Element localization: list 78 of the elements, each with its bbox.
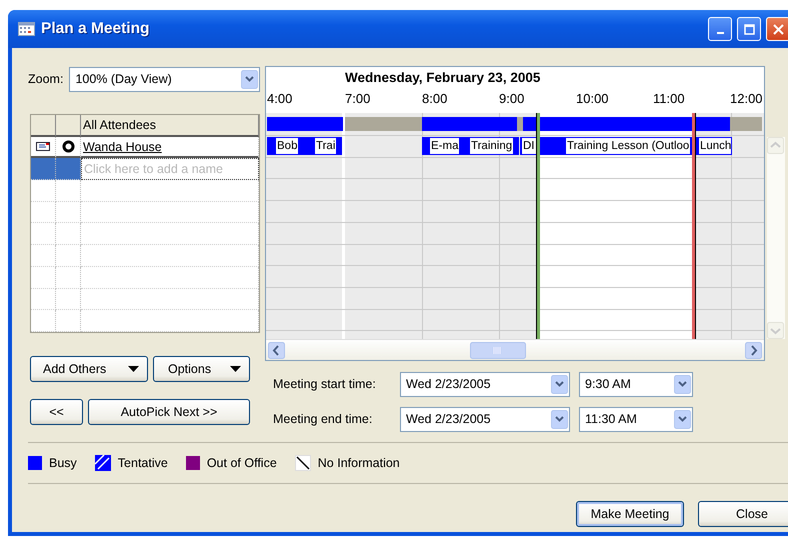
legend-label: Busy — [49, 456, 77, 470]
time-dropdown[interactable]: 9:30 AM — [579, 372, 693, 396]
appointment-label: Training Lesson (Outloo — [566, 138, 690, 154]
calendar-icon — [18, 22, 35, 36]
chevron-down-icon — [674, 410, 691, 428]
start-time-marker[interactable] — [536, 113, 540, 339]
hour-label: 8:00 — [422, 91, 448, 106]
table-cell — [56, 288, 81, 310]
table-cell — [31, 223, 56, 246]
appointment-label: Bob — [276, 138, 298, 154]
column-header: All Attendees — [81, 115, 259, 137]
button[interactable]: Close — [698, 501, 788, 527]
button[interactable]: Make Meeting — [576, 501, 684, 527]
column-header — [31, 115, 56, 137]
message-icon — [35, 141, 51, 152]
date-dropdown[interactable]: Wed 2/23/2005 — [400, 372, 570, 396]
time-label: Meeting end time: — [272, 412, 374, 426]
time-dropdown[interactable]: 11:30 AM — [579, 406, 693, 432]
chevron-down-icon — [674, 374, 691, 394]
appointment-label: Lunch — [699, 138, 731, 154]
zoom-dropdown[interactable]: 100% (Day View) — [69, 66, 260, 92]
legend-swatch — [94, 455, 111, 471]
chevron-down-icon — [551, 410, 568, 428]
maximize-icon — [744, 24, 754, 34]
legend-label: Out of Office — [206, 456, 277, 470]
appointment-label: Trai — [315, 138, 336, 154]
scroll-thumb[interactable] — [470, 342, 526, 358]
close-button[interactable] — [766, 17, 788, 41]
free-bar — [517, 117, 523, 131]
appointment-label: DI — [522, 138, 536, 154]
hour-label: 11:00 — [653, 91, 685, 106]
menu-button[interactable]: Add Others — [30, 356, 148, 382]
chevron-down-icon — [551, 374, 568, 394]
table-cell — [31, 245, 56, 267]
attendee-name[interactable]: Wanda House — [81, 136, 259, 158]
horizontal-scrollbar[interactable] — [266, 339, 764, 360]
date-dropdown[interactable]: Wed 2/23/2005 — [400, 406, 570, 432]
free-bar — [730, 117, 762, 131]
button[interactable]: AutoPick Next >> — [88, 398, 250, 425]
schedule-date: Wednesday, February 23, 2005 — [344, 69, 542, 85]
end-time-marker[interactable] — [692, 113, 696, 339]
button[interactable]: << — [30, 398, 83, 425]
hour-label: 10:00 — [576, 91, 609, 106]
table-cell — [56, 202, 81, 224]
table-cell — [31, 180, 56, 202]
scroll-right-icon[interactable] — [745, 342, 762, 358]
column-header — [56, 115, 81, 137]
time-label: Meeting start time: — [272, 377, 377, 391]
table-cell — [56, 310, 81, 332]
close-icon — [772, 24, 784, 34]
minimize-button[interactable] — [708, 17, 732, 41]
zoom-label: Zoom: — [28, 72, 64, 86]
scroll-left-icon[interactable] — [268, 342, 285, 358]
table-cell — [56, 223, 81, 246]
hour-label: 9:00 — [499, 91, 524, 106]
maximize-button[interactable] — [737, 17, 761, 41]
menu-button[interactable]: Options — [153, 356, 250, 382]
ring-icon — [62, 140, 74, 154]
legend-swatch — [294, 455, 311, 471]
legend-label: Tentative — [118, 456, 168, 470]
hour-label: 7:00 — [345, 91, 370, 106]
table-cell — [31, 288, 56, 310]
appointment-label: E-ma — [430, 138, 460, 154]
minimize-icon — [716, 32, 724, 34]
hour-label: 12:00 — [730, 91, 763, 106]
hour-label: 4:00 — [267, 91, 292, 106]
legend-label: No Information — [318, 456, 400, 470]
caret-icon — [128, 366, 139, 372]
table-cell — [31, 310, 56, 332]
table-cell — [56, 245, 81, 267]
window-title: Plan a Meeting — [41, 20, 151, 38]
table-cell — [31, 266, 56, 288]
caret-icon — [230, 366, 241, 372]
table-cell — [56, 180, 81, 202]
table-cell — [31, 202, 56, 224]
table-cell — [56, 266, 81, 288]
appointment-label: Training — [470, 138, 514, 154]
chevron-down-icon — [241, 70, 258, 88]
